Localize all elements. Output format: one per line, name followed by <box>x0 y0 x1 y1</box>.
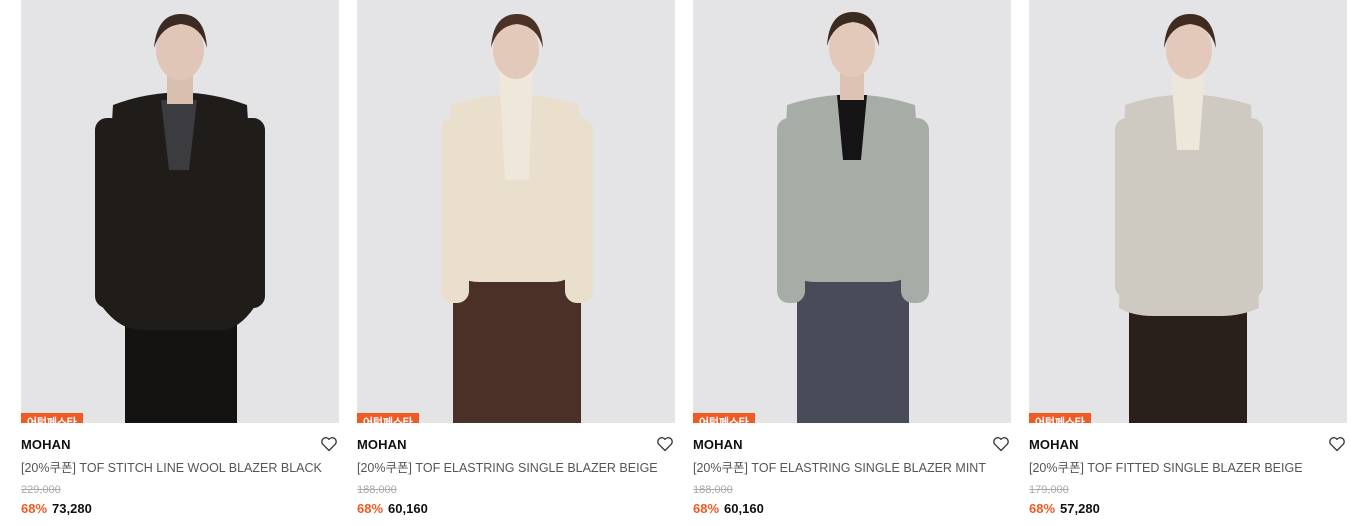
price-line: 68% 57,280 <box>1029 500 1347 518</box>
discount-rate: 68% <box>1029 501 1056 516</box>
original-price: 229,000 <box>21 484 61 496</box>
product-info: MOHAN [20%쿠폰] TOF ELASTRING SINGLE BLAZE… <box>693 423 1011 518</box>
product-card[interactable]: 어텀페스타 MOHAN [20%쿠폰] TOF FITTED SINGLE BL… <box>1029 0 1347 526</box>
left-sleeve <box>1115 118 1141 298</box>
heart-icon[interactable] <box>656 435 674 453</box>
brand-name[interactable]: MOHAN <box>21 436 339 454</box>
discount-rate: 68% <box>693 501 720 516</box>
right-sleeve <box>565 118 593 303</box>
pants-shape <box>453 275 581 423</box>
model-photo <box>441 14 593 423</box>
right-sleeve <box>237 118 265 308</box>
promo-badge: 어텀페스타 <box>21 413 83 423</box>
discount-rate: 68% <box>357 501 384 516</box>
discount-rate: 68% <box>21 501 48 516</box>
left-sleeve <box>777 118 805 303</box>
model-photo <box>777 12 929 423</box>
price-line: 68% 73,280 <box>21 500 339 518</box>
left-sleeve <box>95 118 123 308</box>
price-line: 68% 60,160 <box>357 500 675 518</box>
sale-price: 57,280 <box>1060 501 1100 516</box>
model-photo <box>95 14 265 423</box>
model-photo <box>1115 14 1263 423</box>
original-price: 188,000 <box>357 484 397 496</box>
heart-icon[interactable] <box>992 435 1010 453</box>
price-line: 68% 60,160 <box>693 500 1011 518</box>
product-info: MOHAN [20%쿠폰] TOF FITTED SINGLE BLAZER B… <box>1029 423 1347 518</box>
original-price: 179,000 <box>1029 484 1069 496</box>
product-name[interactable]: [20%쿠폰] TOF ELASTRING SINGLE BLAZER MINT <box>693 459 1011 477</box>
product-card[interactable]: 어텀페스타 MOHAN [20%쿠폰] TOF ELASTRING SINGLE… <box>357 0 675 526</box>
sale-price: 60,160 <box>724 501 764 516</box>
sale-price: 73,280 <box>52 501 92 516</box>
pants-shape <box>1129 300 1247 423</box>
brand-name[interactable]: MOHAN <box>693 436 1011 454</box>
promo-badge: 어텀페스타 <box>693 413 755 423</box>
product-info: MOHAN [20%쿠폰] TOF STITCH LINE WOOL BLAZE… <box>21 423 339 518</box>
brand-name[interactable]: MOHAN <box>357 436 675 454</box>
right-sleeve <box>901 118 929 303</box>
product-name[interactable]: [20%쿠폰] TOF STITCH LINE WOOL BLAZER BLAC… <box>21 459 339 477</box>
sale-price: 60,160 <box>388 501 428 516</box>
product-name[interactable]: [20%쿠폰] TOF FITTED SINGLE BLAZER BEIGE <box>1029 459 1347 477</box>
inner-shirt-shape <box>499 70 533 180</box>
product-grid: 어텀페스타 MOHAN [20%쿠폰] TOF STITCH LINE WOOL… <box>21 0 1347 526</box>
product-image[interactable]: 어텀페스타 <box>693 0 1011 423</box>
original-price: 188,000 <box>693 484 733 496</box>
right-sleeve <box>1237 118 1263 298</box>
heart-icon[interactable] <box>1328 435 1346 453</box>
product-image[interactable]: 어텀페스타 <box>21 0 339 423</box>
pants-shape <box>797 270 909 423</box>
product-image[interactable]: 어텀페스타 <box>357 0 675 423</box>
heart-icon[interactable] <box>320 435 338 453</box>
product-card[interactable]: 어텀페스타 MOHAN [20%쿠폰] TOF ELASTRING SINGLE… <box>693 0 1011 526</box>
promo-badge: 어텀페스타 <box>1029 413 1091 423</box>
promo-badge: 어텀페스타 <box>357 413 419 423</box>
product-info: MOHAN [20%쿠폰] TOF ELASTRING SINGLE BLAZE… <box>357 423 675 518</box>
product-image[interactable]: 어텀페스타 <box>1029 0 1347 423</box>
left-sleeve <box>441 118 469 303</box>
product-name[interactable]: [20%쿠폰] TOF ELASTRING SINGLE BLAZER BEIG… <box>357 459 675 477</box>
brand-name[interactable]: MOHAN <box>1029 436 1347 454</box>
product-card[interactable]: 어텀페스타 MOHAN [20%쿠폰] TOF STITCH LINE WOOL… <box>21 0 339 526</box>
